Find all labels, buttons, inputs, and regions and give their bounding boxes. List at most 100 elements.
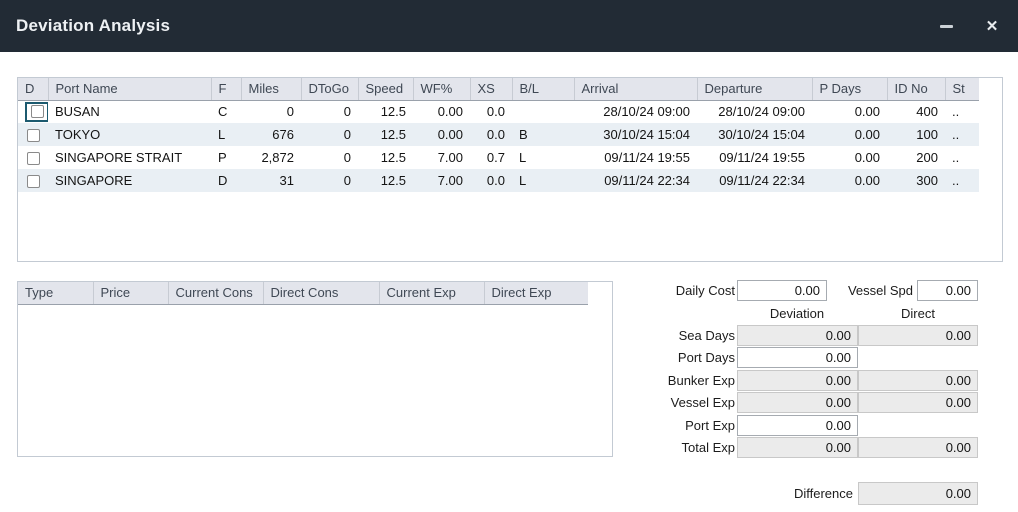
col-header-bl[interactable]: B/L	[512, 78, 574, 100]
daily-cost-label: Daily Cost	[600, 280, 735, 301]
st-cell[interactable]: ..	[945, 123, 979, 146]
port-name-cell: BUSAN	[48, 100, 211, 123]
minimize-button[interactable]	[928, 0, 964, 52]
xs-cell: 0.0	[470, 169, 512, 192]
vessel-exp-deviation-field	[737, 392, 858, 413]
st-cell[interactable]: ..	[945, 169, 979, 192]
f-cell: P	[211, 146, 241, 169]
total-exp-label: Total Exp	[600, 437, 735, 458]
deviation-checkbox[interactable]	[27, 152, 40, 165]
sea-days-label: Sea Days	[600, 325, 735, 346]
xs-cell: 0.0	[470, 100, 512, 123]
bl-cell: B	[512, 123, 574, 146]
col-header-price[interactable]: Price	[93, 282, 168, 304]
col-header-wf-pct[interactable]: WF%	[413, 78, 470, 100]
port-exp-deviation-input[interactable]	[737, 415, 858, 436]
col-header-speed[interactable]: Speed	[358, 78, 413, 100]
dtogo-cell: 0	[301, 169, 358, 192]
arrival-cell: 30/10/24 15:04	[574, 123, 697, 146]
dialog-title: Deviation Analysis	[16, 0, 170, 52]
port-days-label: Port Days	[600, 347, 735, 368]
port-row-tokyo[interactable]: TOKYO L 676 0 12.5 0.00 0.0 B 30/10/24 1…	[18, 123, 979, 146]
col-header-d[interactable]: D	[18, 78, 48, 100]
port-days-deviation-input[interactable]	[737, 347, 858, 368]
port-row-singapore-strait[interactable]: SINGAPORE STRAIT P 2,872 0 12.5 7.00 0.7…	[18, 146, 979, 169]
col-header-type[interactable]: Type	[18, 282, 93, 304]
dtogo-cell: 0	[301, 100, 358, 123]
col-header-dtogo[interactable]: DToGo	[301, 78, 358, 100]
deviation-checkbox-cell	[18, 100, 48, 123]
sea-days-direct-field	[858, 325, 978, 346]
deviation-checkbox-cell	[18, 146, 48, 169]
bl-cell: L	[512, 169, 574, 192]
col-header-current-exp[interactable]: Current Exp	[379, 282, 484, 304]
arrival-cell: 28/10/24 09:00	[574, 100, 697, 123]
port-row-busan[interactable]: BUSAN C 0 0 12.5 0.00 0.0 28/10/24 09:00…	[18, 100, 979, 123]
col-header-port-name[interactable]: Port Name	[48, 78, 211, 100]
col-header-arrival[interactable]: Arrival	[574, 78, 697, 100]
port-name-cell: SINGAPORE	[48, 169, 211, 192]
bunker-exp-label: Bunker Exp	[600, 370, 735, 391]
departure-cell: 09/11/24 22:34	[697, 169, 812, 192]
difference-label: Difference	[703, 483, 853, 504]
speed-cell: 12.5	[358, 100, 413, 123]
port-name-cell: TOKYO	[48, 123, 211, 146]
speed-cell: 12.5	[358, 169, 413, 192]
f-cell: C	[211, 100, 241, 123]
col-header-f[interactable]: F	[211, 78, 241, 100]
bl-cell	[512, 100, 574, 123]
col-header-miles[interactable]: Miles	[241, 78, 301, 100]
vessel-spd-label: Vessel Spd	[833, 280, 913, 301]
f-cell: L	[211, 123, 241, 146]
wf-pct-cell: 7.00	[413, 169, 470, 192]
p-days-cell: 0.00	[812, 169, 887, 192]
departure-cell: 09/11/24 19:55	[697, 146, 812, 169]
col-header-direct-exp[interactable]: Direct Exp	[484, 282, 588, 304]
miles-cell: 31	[241, 169, 301, 192]
bunker-header-row: Type Price Current Cons Direct Cons Curr…	[18, 282, 588, 304]
id-no-cell: 100	[887, 123, 945, 146]
deviation-analysis-dialog: { "window": { "title": "Deviation Analys…	[0, 0, 1018, 512]
col-header-id-no[interactable]: ID No	[887, 78, 945, 100]
col-header-direct-cons[interactable]: Direct Cons	[263, 282, 379, 304]
col-header-xs[interactable]: XS	[470, 78, 512, 100]
bunker-grid-panel: Type Price Current Cons Direct Cons Curr…	[17, 281, 613, 457]
miles-cell: 2,872	[241, 146, 301, 169]
deviation-checkbox[interactable]	[31, 105, 44, 118]
p-days-cell: 0.00	[812, 100, 887, 123]
port-row-singapore[interactable]: SINGAPORE D 31 0 12.5 7.00 0.0 L 09/11/2…	[18, 169, 979, 192]
xs-cell: 0.7	[470, 146, 512, 169]
id-no-cell: 400	[887, 100, 945, 123]
port-exp-label: Port Exp	[600, 415, 735, 436]
id-no-cell: 300	[887, 169, 945, 192]
vessel-spd-input[interactable]	[917, 280, 978, 301]
dtogo-cell: 0	[301, 123, 358, 146]
ports-table: D Port Name F Miles DToGo Speed WF% XS B…	[18, 78, 979, 192]
p-days-cell: 0.00	[812, 146, 887, 169]
total-exp-deviation-field	[737, 437, 858, 458]
title-bar: Deviation Analysis ✕	[0, 0, 1018, 52]
st-cell[interactable]: ..	[945, 100, 979, 123]
miles-cell: 0	[241, 100, 301, 123]
id-no-cell: 200	[887, 146, 945, 169]
wf-pct-cell: 0.00	[413, 123, 470, 146]
arrival-cell: 09/11/24 19:55	[574, 146, 697, 169]
bunker-exp-deviation-field	[737, 370, 858, 391]
dtogo-cell: 0	[301, 146, 358, 169]
col-header-st[interactable]: St	[945, 78, 979, 100]
departure-cell: 30/10/24 15:04	[697, 123, 812, 146]
total-exp-direct-field	[858, 437, 978, 458]
bl-cell: L	[512, 146, 574, 169]
st-cell[interactable]: ..	[945, 146, 979, 169]
col-header-p-days[interactable]: P Days	[812, 78, 887, 100]
close-button[interactable]: ✕	[974, 0, 1010, 52]
deviation-checkbox[interactable]	[27, 175, 40, 188]
daily-cost-input[interactable]	[737, 280, 827, 301]
ports-grid-panel: D Port Name F Miles DToGo Speed WF% XS B…	[17, 77, 1003, 262]
col-header-departure[interactable]: Departure	[697, 78, 812, 100]
bunker-table: Type Price Current Cons Direct Cons Curr…	[18, 282, 588, 305]
col-header-current-cons[interactable]: Current Cons	[168, 282, 263, 304]
departure-cell: 28/10/24 09:00	[697, 100, 812, 123]
direct-column-header: Direct	[858, 306, 978, 322]
deviation-checkbox[interactable]	[27, 129, 40, 142]
